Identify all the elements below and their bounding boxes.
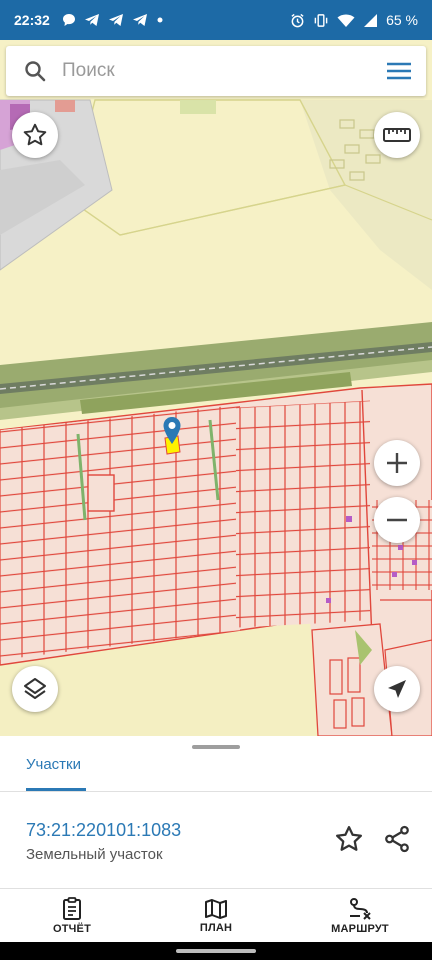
telegram-icon: [132, 14, 147, 26]
zoom-in-button[interactable]: [374, 440, 420, 486]
zoom-out-button[interactable]: [374, 497, 420, 543]
ruler-icon: [383, 128, 411, 142]
nav-report[interactable]: ОТЧЁТ: [0, 889, 144, 942]
vibrate-icon: [314, 13, 328, 27]
star-outline-icon: [336, 826, 362, 851]
bottom-sheet[interactable]: Участки 73:21:220101:1083 Земельный учас…: [0, 736, 432, 888]
nav-plan-label: ПЛАН: [199, 921, 233, 934]
wifi-icon: [337, 14, 355, 27]
chat-bubble-icon: [62, 14, 75, 26]
share-icon: [385, 825, 409, 853]
status-time: 22:32: [14, 12, 50, 28]
ruler-button[interactable]: [374, 112, 420, 158]
tab-parcels[interactable]: Участки: [26, 756, 81, 773]
nav-report-label: ОТЧЁТ: [52, 922, 92, 935]
favorite-button[interactable]: [12, 112, 58, 158]
battery-text: 65 %: [386, 12, 418, 28]
minus-icon: [387, 518, 407, 522]
system-icons: 65 %: [290, 12, 418, 28]
map-canvas[interactable]: [0, 40, 432, 736]
map-plan-icon: [205, 898, 227, 919]
map-view[interactable]: [0, 40, 432, 736]
signal-icon: [364, 13, 378, 27]
telegram-icon: [84, 14, 99, 26]
notification-icons: [62, 13, 164, 27]
my-location-button[interactable]: [374, 666, 420, 712]
report-clipboard-icon: [63, 896, 81, 920]
search-input[interactable]: Поиск: [62, 60, 386, 82]
nav-route[interactable]: МАРШРУТ: [288, 889, 432, 942]
star-outline-icon: [23, 123, 47, 146]
layers-button[interactable]: [12, 666, 58, 712]
layers-icon: [24, 678, 46, 699]
route-icon: [350, 897, 371, 920]
dot-icon: [157, 17, 163, 23]
location-pin-icon[interactable]: [162, 416, 182, 446]
menu-icon[interactable]: [386, 61, 412, 81]
telegram-icon: [108, 14, 123, 26]
search-icon[interactable]: [24, 60, 46, 82]
cadastral-number-link[interactable]: 73:21:220101:1083: [26, 820, 181, 841]
divider: [0, 791, 432, 792]
share-button[interactable]: [382, 824, 412, 859]
home-gesture-pill[interactable]: [176, 949, 256, 953]
bottom-navigation: ОТЧЁТ ПЛАН МАРШРУТ: [0, 888, 432, 942]
plus-icon: [387, 453, 407, 473]
add-favorite-button[interactable]: [334, 824, 364, 859]
nav-plan[interactable]: ПЛАН: [144, 889, 288, 942]
nav-route-label: МАРШРУТ: [331, 922, 389, 935]
parcel-type: Земельный участок: [26, 846, 163, 863]
navigation-arrow-icon: [388, 680, 406, 698]
sheet-drag-handle[interactable]: [192, 745, 240, 749]
status-bar: 22:32 65 %: [0, 0, 432, 40]
search-bar[interactable]: Поиск: [6, 46, 426, 96]
alarm-icon: [291, 13, 304, 27]
system-navigation-bar: [0, 942, 432, 960]
